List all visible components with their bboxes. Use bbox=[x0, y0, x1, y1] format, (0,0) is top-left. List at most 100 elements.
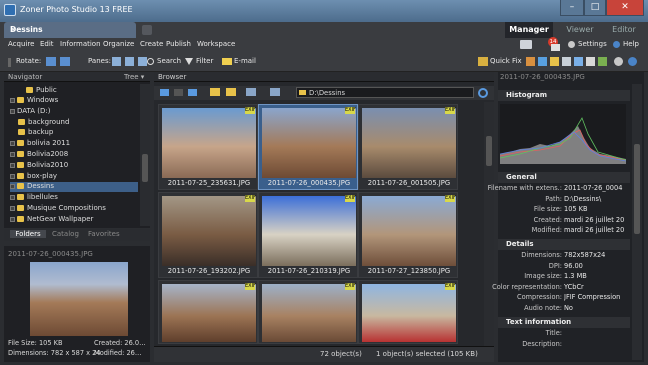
thumbnail-item[interactable]: EXIF 2011-07-26_193202.JPG bbox=[158, 192, 258, 278]
close-button[interactable]: ✕ bbox=[606, 0, 644, 16]
scroll-thumb[interactable] bbox=[486, 136, 492, 166]
tab-dessins[interactable]: Dessins ✕ bbox=[4, 22, 136, 38]
pane-layout-1-icon[interactable] bbox=[112, 57, 121, 66]
minimize-button[interactable]: – bbox=[560, 0, 584, 16]
info-key: Filename with extens.: bbox=[487, 184, 562, 192]
search-button[interactable]: Search bbox=[157, 57, 181, 65]
tree-item-backup[interactable]: backup bbox=[18, 128, 154, 138]
expand-icon[interactable] bbox=[10, 205, 15, 211]
up-icon[interactable] bbox=[188, 89, 197, 96]
expand-icon[interactable] bbox=[10, 108, 15, 114]
info-row: Dimensions: 782x587x24 bbox=[498, 251, 630, 260]
expand-icon[interactable] bbox=[10, 140, 15, 146]
new-folder-icon[interactable] bbox=[226, 88, 236, 96]
tool-icon-8[interactable] bbox=[614, 57, 623, 66]
expand-icon[interactable] bbox=[10, 216, 15, 222]
mode-viewer-tab[interactable]: Viewer bbox=[560, 22, 600, 38]
thumbnail-item[interactable]: EXIF 2011-07-25_235631.JPG bbox=[158, 104, 258, 190]
menu-create[interactable]: Create bbox=[140, 40, 163, 48]
tree-item-windows[interactable]: Windows bbox=[10, 96, 146, 106]
thumbnail-item[interactable]: EXIF 2011-07-26_001505.JPG bbox=[358, 104, 458, 190]
tool-icon-4[interactable] bbox=[562, 57, 571, 66]
tree-item-bolivia-2011[interactable]: bolivia 2011 bbox=[10, 139, 146, 149]
tree-item-bolivia2010[interactable]: Bolivia2010 bbox=[10, 161, 146, 171]
tab-folders[interactable]: Folders bbox=[10, 230, 46, 238]
tree-item-dessins[interactable]: Dessins bbox=[10, 182, 138, 192]
tree-item-box-play[interactable]: box-play bbox=[10, 172, 146, 182]
expand-icon[interactable] bbox=[10, 194, 15, 200]
back-icon[interactable] bbox=[160, 89, 169, 96]
menu-publish[interactable]: Publish bbox=[166, 40, 191, 48]
menu-edit[interactable]: Edit bbox=[40, 40, 54, 48]
info-scrollbar[interactable] bbox=[632, 84, 642, 360]
pane-layout-2-icon[interactable] bbox=[125, 57, 134, 66]
text-info-section-header[interactable]: Text information bbox=[498, 317, 630, 328]
tool-icon-9[interactable] bbox=[628, 57, 637, 66]
expand-icon[interactable] bbox=[10, 151, 15, 157]
rotate-right-icon[interactable] bbox=[60, 57, 70, 66]
refresh-icon[interactable] bbox=[478, 88, 488, 98]
tab-catalog[interactable]: Catalog bbox=[52, 230, 79, 238]
settings-button[interactable]: Settings bbox=[578, 40, 607, 48]
view-mode-icon[interactable] bbox=[270, 88, 280, 96]
sort-icon[interactable] bbox=[246, 88, 256, 96]
thumbnail-item[interactable]: EXIF2011-07-26_000435.JPG bbox=[158, 280, 258, 355]
browser-scrollbar[interactable] bbox=[484, 102, 494, 350]
menu-acquire[interactable]: Acquire bbox=[8, 40, 34, 48]
tree-item-libellules[interactable]: libellules bbox=[10, 193, 146, 203]
folder-icon[interactable] bbox=[210, 88, 220, 96]
tree-item-netgear[interactable]: NetGear Wallpaper bbox=[10, 215, 146, 226]
tool-icon-2[interactable] bbox=[538, 57, 547, 66]
thumbnail-item[interactable]: EXIF 2011-07-26_210319.JPG bbox=[258, 192, 358, 278]
folder-icon bbox=[17, 140, 24, 146]
info-key: Color representation: bbox=[492, 282, 562, 291]
thumbnail-item[interactable]: EXIF2011-07-26_000435.JPG bbox=[258, 104, 358, 190]
general-section-header[interactable]: General bbox=[498, 172, 630, 183]
navigator-scrollbar[interactable] bbox=[140, 84, 150, 226]
tool-icon-1[interactable] bbox=[526, 57, 535, 66]
details-section-header[interactable]: Details bbox=[498, 239, 630, 250]
info-value: mardi 26 juillet 20 bbox=[564, 215, 625, 224]
info-key: Image size: bbox=[524, 272, 562, 280]
tree-item-bolivia2008[interactable]: Bolivia2008 bbox=[10, 150, 146, 160]
thumbnail-item[interactable]: EXIF2011-07-26_000435.JPG bbox=[358, 280, 458, 355]
info-key: Description: bbox=[522, 339, 562, 348]
forward-icon[interactable] bbox=[174, 89, 183, 96]
tool-icon-6[interactable] bbox=[586, 57, 595, 66]
filter-button[interactable]: Filter bbox=[196, 57, 213, 65]
info-value: 782x587x24 bbox=[564, 251, 606, 259]
quick-fix-button[interactable]: Quick Fix bbox=[490, 57, 522, 65]
rotate-left-icon[interactable] bbox=[46, 57, 56, 66]
tool-icon-3[interactable] bbox=[550, 57, 559, 66]
pane-layout-3-icon[interactable] bbox=[138, 57, 147, 66]
tree-item-background[interactable]: background bbox=[18, 118, 154, 128]
thumbnail-item[interactable]: EXIF2011-07-26_000435.JPG bbox=[258, 280, 358, 355]
navigator-mode-dropdown[interactable]: Tree ▾ bbox=[124, 73, 144, 81]
tab-favorites[interactable]: Favorites bbox=[88, 230, 120, 238]
expand-icon[interactable] bbox=[10, 173, 15, 179]
menu-organize[interactable]: Organize bbox=[103, 40, 134, 48]
maximize-button[interactable]: □ bbox=[584, 0, 606, 16]
notification-icon[interactable] bbox=[551, 44, 560, 51]
email-button[interactable]: E-mail bbox=[234, 57, 256, 65]
tool-icon-5[interactable] bbox=[574, 57, 583, 66]
scroll-thumb[interactable] bbox=[634, 144, 640, 234]
mode-manager-tab[interactable]: Manager bbox=[505, 22, 553, 38]
new-tab-icon[interactable] bbox=[142, 25, 152, 35]
tree-item-data-drive[interactable]: DATA (D:) bbox=[10, 107, 146, 117]
tree-item-musique[interactable]: Musique Compositions bbox=[10, 204, 146, 214]
path-field[interactable]: D:\Dessins bbox=[296, 87, 474, 98]
histogram-section-header[interactable]: Histogram bbox=[498, 90, 630, 101]
tool-icon-7[interactable] bbox=[598, 57, 607, 66]
tab-close-icon[interactable]: ✕ bbox=[10, 25, 132, 34]
expand-icon[interactable] bbox=[10, 162, 15, 168]
scroll-thumb[interactable] bbox=[142, 154, 148, 182]
display-icon[interactable] bbox=[520, 40, 532, 49]
help-button[interactable]: Help bbox=[623, 40, 639, 48]
mode-editor-tab[interactable]: Editor bbox=[604, 22, 644, 38]
expand-icon[interactable] bbox=[10, 97, 15, 103]
menu-information[interactable]: Information bbox=[60, 40, 101, 48]
menu-workspace[interactable]: Workspace bbox=[197, 40, 235, 48]
expand-icon[interactable] bbox=[10, 183, 15, 189]
thumbnail-item[interactable]: EXIF 2011-07-27_123850.JPG bbox=[358, 192, 458, 278]
